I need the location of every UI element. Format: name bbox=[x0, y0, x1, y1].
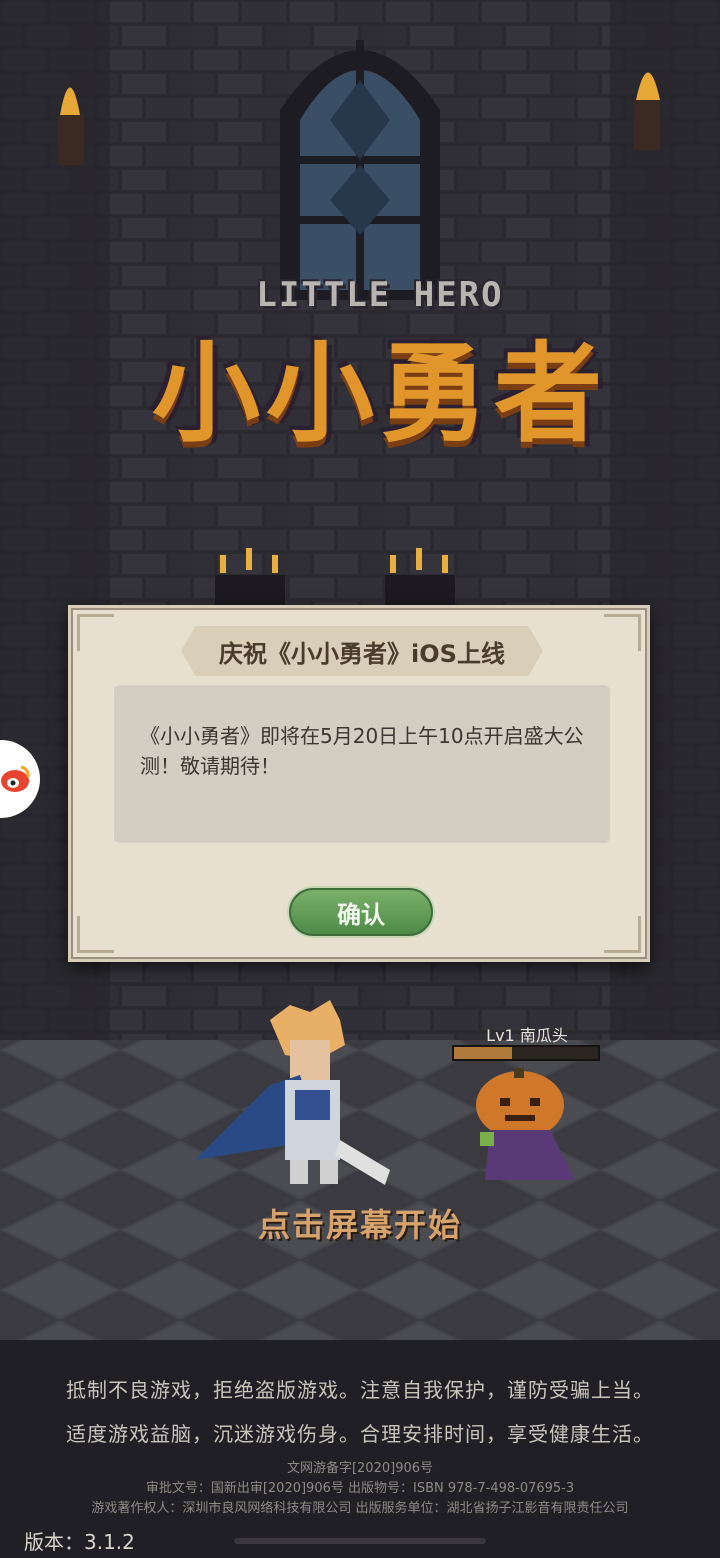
tap-to-start-prompt[interactable]: 点击屏幕开始 bbox=[0, 1200, 720, 1246]
logo-chinese-title: 小小勇者 bbox=[151, 332, 608, 457]
monster-hp-bar bbox=[452, 1045, 600, 1061]
legal-copyright: 游戏著作权人：深圳市良风网络科技有限公司 出版服务单位：湖北省扬子江影音有限责任… bbox=[91, 1501, 629, 1516]
home-indicator[interactable] bbox=[234, 1538, 486, 1544]
dialog-corner-ornament bbox=[77, 614, 114, 651]
confirm-button[interactable]: 确认 bbox=[289, 888, 433, 936]
dialog-message: 《小小勇者》即将在5月20日上午10点开启盛大公测！敬请期待！ bbox=[114, 685, 610, 843]
legal-registration: 文网游备字[2020]906号 bbox=[286, 1461, 434, 1476]
dialog-title: 庆祝《小小勇者》iOS上线 bbox=[181, 626, 543, 676]
monster-name-label: Lv1 南瓜头 bbox=[486, 1026, 568, 1045]
dialog-corner-ornament bbox=[77, 916, 114, 953]
legal-approval: 审批文号：国新出审[2020]906号 出版物号：ISBN 978-7-498-… bbox=[145, 1481, 575, 1496]
announcement-dialog: 庆祝《小小勇者》iOS上线 《小小勇者》即将在5月20日上午10点开启盛大公测！… bbox=[68, 605, 650, 962]
version-label: 版本：3.1.2 bbox=[24, 1530, 135, 1554]
dialog-corner-ornament bbox=[604, 916, 641, 953]
dialog-corner-ornament bbox=[604, 614, 641, 651]
health-notice-line-1: 抵制不良游戏，拒绝盗版游戏。注意自我保护，谨防受骗上当。 bbox=[66, 1378, 654, 1402]
weibo-icon bbox=[1, 765, 30, 792]
health-notice-line-2: 适度游戏益脑，沉迷游戏伤身。合理安排时间，享受健康生活。 bbox=[66, 1422, 654, 1446]
game-logo: LITTLE HERO 小小勇者 bbox=[120, 245, 640, 457]
monster-hp-fill bbox=[454, 1047, 512, 1059]
